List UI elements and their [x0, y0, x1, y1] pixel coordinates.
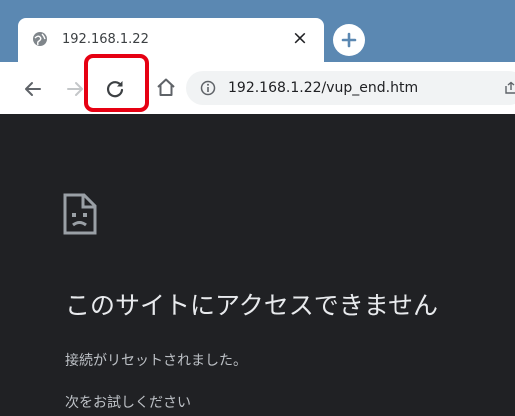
url-text[interactable]: 192.168.1.22/vup_end.htm: [228, 80, 418, 96]
tab-strip: 192.168.1.22 ×: [0, 0, 515, 62]
info-icon[interactable]: [200, 80, 216, 96]
sad-document-icon: [63, 193, 97, 235]
globe-icon: [33, 32, 47, 46]
browser-toolbar: 192.168.1.22/vup_end.htm: [0, 62, 515, 114]
error-page: このサイトにアクセスできません 接続がリセットされました。 次をお試しください: [0, 114, 515, 416]
home-icon[interactable]: [155, 76, 177, 98]
arrow-right-icon[interactable]: [64, 78, 86, 100]
new-tab-button[interactable]: [333, 24, 365, 56]
plus-icon: [341, 32, 357, 48]
share-icon[interactable]: [504, 81, 515, 95]
tab-title: 192.168.1.22: [62, 32, 149, 47]
url-path: /vup_end.htm: [321, 80, 419, 96]
tab-close-button[interactable]: ×: [290, 28, 310, 48]
error-description: 接続がリセットされました。: [65, 353, 247, 369]
url-host: 192.168.1.22: [228, 80, 322, 96]
error-heading: このサイトにアクセスできません: [65, 291, 439, 320]
arrow-left-icon[interactable]: [22, 78, 44, 100]
address-bar[interactable]: 192.168.1.22/vup_end.htm: [186, 71, 515, 105]
browser-tab[interactable]: 192.168.1.22 ×: [18, 18, 324, 62]
reload-highlight-box: [84, 54, 149, 112]
error-suggestion: 次をお試しください: [65, 395, 191, 411]
